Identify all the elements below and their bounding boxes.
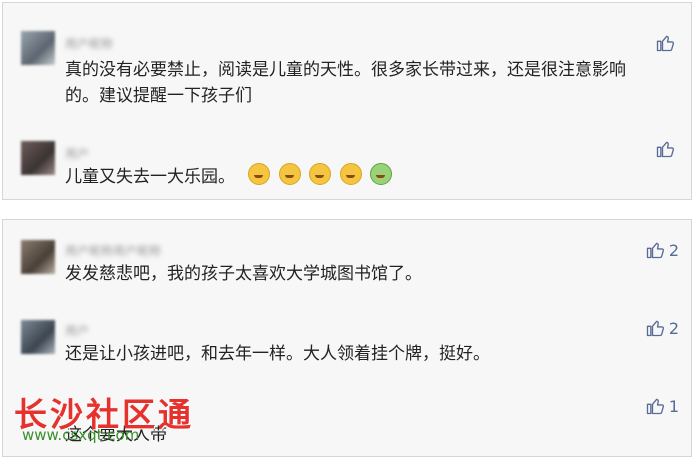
emoji-face-icon bbox=[309, 163, 332, 185]
emoji-face-icon bbox=[339, 163, 362, 185]
thumbs-up-icon bbox=[656, 35, 675, 52]
avatar[interactable] bbox=[21, 240, 55, 274]
avatar[interactable] bbox=[21, 141, 55, 175]
avatar[interactable] bbox=[21, 31, 55, 65]
thumbs-up-icon bbox=[656, 141, 675, 158]
author-name[interactable]: 用户昵称 bbox=[65, 35, 113, 51]
comment-text: 真的没有必要禁止，阅读是儿童的天性。很多家长带过来，还是很注意影响的。建议提醒一… bbox=[65, 60, 626, 106]
like-button[interactable]: 2 bbox=[645, 318, 679, 338]
comment-text: 还是让小孩进吧，和去年一样。大人领着挂个牌，挺好。 bbox=[65, 344, 490, 364]
thumbs-up-icon bbox=[646, 320, 664, 337]
like-button[interactable] bbox=[655, 33, 679, 53]
like-button[interactable]: 1 bbox=[645, 396, 679, 416]
author-name[interactable]: 用户昵称用户昵称 bbox=[65, 242, 161, 258]
comment-text-content: 儿童又失去一大乐园。 bbox=[65, 167, 235, 187]
comment-text: 发发慈悲吧，我的孩子太喜欢大学城图书馆了。 bbox=[65, 264, 422, 284]
emoji-face-icon bbox=[370, 163, 393, 185]
author-name[interactable]: 用户 bbox=[65, 322, 89, 338]
like-button[interactable]: 2 bbox=[645, 240, 679, 260]
thumbs-up-icon bbox=[646, 242, 664, 259]
like-count: 2 bbox=[668, 240, 679, 260]
like-button[interactable] bbox=[655, 139, 679, 159]
like-count: 1 bbox=[668, 396, 679, 416]
thumbs-up-icon bbox=[646, 398, 664, 415]
author-name[interactable]: 用户 bbox=[65, 145, 89, 161]
emoji-group bbox=[248, 163, 395, 187]
comment-panel-1: 用户昵称 真的没有必要禁止，阅读是儿童的天性。很多家长带过来，还是很注意影响的。… bbox=[2, 2, 692, 200]
comment-text: 儿童又失去一大乐园。 bbox=[65, 163, 651, 190]
watermark-url: www.csxqt.com bbox=[22, 426, 140, 444]
emoji-face-icon bbox=[278, 163, 301, 185]
like-count: 2 bbox=[668, 318, 679, 338]
avatar[interactable] bbox=[21, 320, 55, 354]
emoji-face-icon bbox=[248, 163, 271, 185]
